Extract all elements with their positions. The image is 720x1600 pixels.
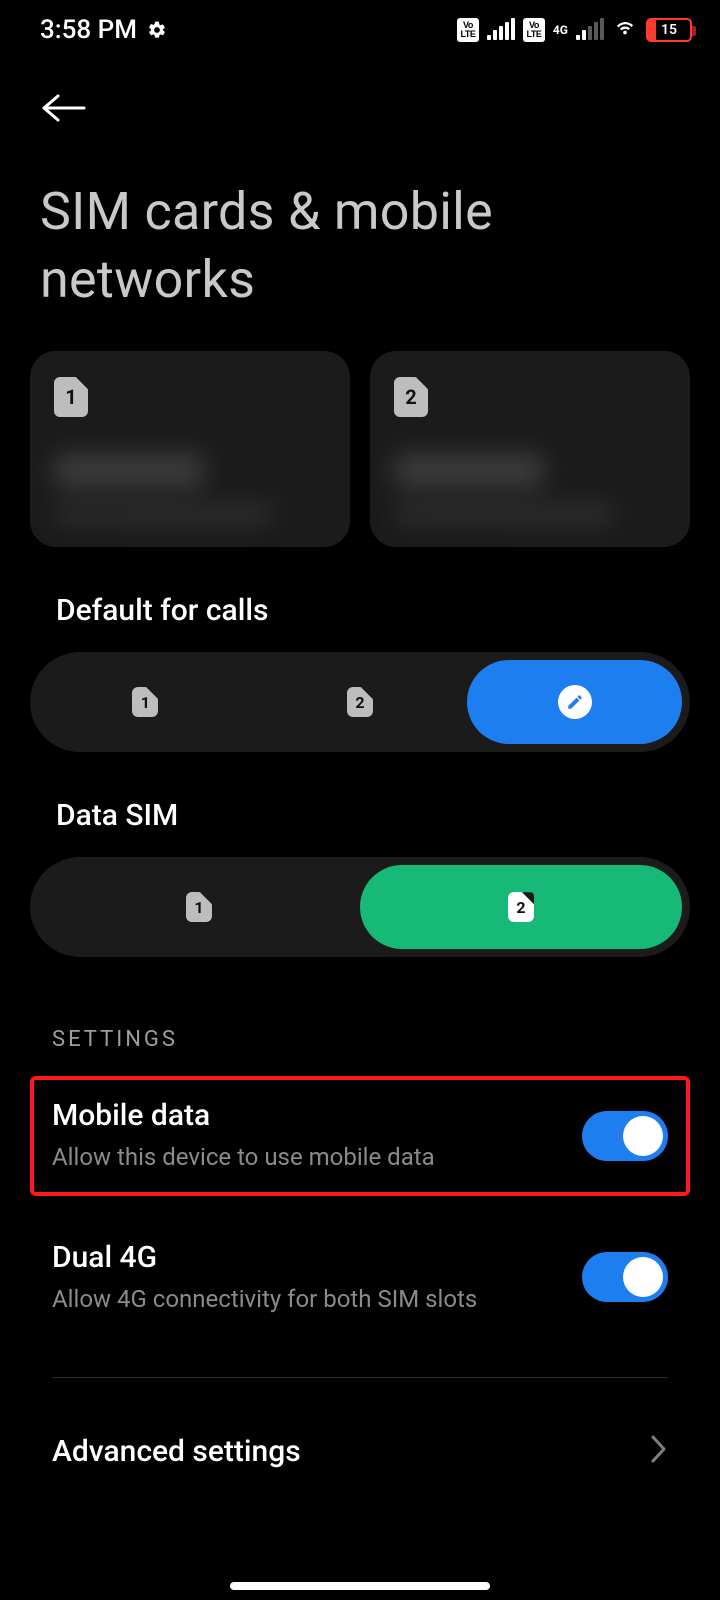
mobile-data-title: Mobile data bbox=[52, 1098, 552, 1133]
wifi-icon bbox=[612, 15, 638, 45]
battery-icon: 15 bbox=[646, 18, 692, 42]
sim-icon-1: 1 bbox=[186, 892, 212, 922]
dual-4g-toggle[interactable] bbox=[582, 1252, 668, 1302]
sim-card-1-tile[interactable]: 1 bbox=[30, 351, 350, 547]
sim-1-badge-icon: 1 bbox=[54, 377, 88, 417]
advanced-settings-title: Advanced settings bbox=[52, 1434, 301, 1469]
signal-sim2-icon bbox=[576, 20, 604, 40]
status-bar: 3:58 PM Vo LTE Vo LTE 4G 15 bbox=[0, 0, 720, 60]
mobile-data-row[interactable]: Mobile data Allow this device to use mob… bbox=[52, 1098, 668, 1173]
page-title: SIM cards & mobile networks bbox=[40, 138, 680, 341]
battery-percentage: 15 bbox=[648, 20, 690, 40]
sim-2-info-redacted bbox=[370, 437, 690, 547]
status-time: 3:58 PM bbox=[40, 15, 137, 45]
data-sim-option-1[interactable]: 1 bbox=[38, 865, 360, 949]
calls-option-ask[interactable] bbox=[467, 660, 682, 744]
sim-icon-2: 2 bbox=[347, 687, 373, 717]
signal-sim1-icon bbox=[487, 20, 515, 40]
network-4g-label: 4G bbox=[553, 25, 568, 35]
dual-4g-title: Dual 4G bbox=[52, 1240, 552, 1275]
back-button[interactable] bbox=[40, 78, 100, 138]
volte-icon-sim1: Vo LTE bbox=[457, 18, 479, 42]
sim-1-info-redacted bbox=[30, 437, 350, 547]
sim-card-2-tile[interactable]: 2 bbox=[370, 351, 690, 547]
settings-status-icon bbox=[147, 20, 167, 40]
settings-section-heading: SETTINGS bbox=[0, 957, 720, 1062]
chevron-right-icon bbox=[650, 1434, 668, 1468]
data-sim-selector: 1 2 bbox=[30, 857, 690, 957]
gesture-bar[interactable] bbox=[230, 1582, 490, 1590]
sim-icon-1: 1 bbox=[132, 687, 158, 717]
sim-icon-2: 2 bbox=[508, 892, 534, 922]
mobile-data-toggle[interactable] bbox=[582, 1111, 668, 1161]
volte-icon-sim2: Vo LTE bbox=[523, 18, 545, 42]
dual-4g-row[interactable]: Dual 4G Allow 4G connectivity for both S… bbox=[0, 1214, 720, 1341]
sim-2-badge-icon: 2 bbox=[394, 377, 428, 417]
ask-every-time-icon bbox=[558, 685, 592, 719]
advanced-settings-row[interactable]: Advanced settings bbox=[0, 1378, 720, 1469]
default-for-calls-selector: 1 2 bbox=[30, 652, 690, 752]
data-sim-option-2[interactable]: 2 bbox=[360, 865, 682, 949]
calls-option-sim1[interactable]: 1 bbox=[38, 660, 253, 744]
default-for-calls-label: Default for calls bbox=[0, 547, 720, 642]
highlighted-mobile-data-row: Mobile data Allow this device to use mob… bbox=[34, 1080, 686, 1191]
mobile-data-subtitle: Allow this device to use mobile data bbox=[52, 1141, 552, 1173]
calls-option-sim2[interactable]: 2 bbox=[253, 660, 468, 744]
dual-4g-subtitle: Allow 4G connectivity for both SIM slots bbox=[52, 1283, 552, 1315]
data-sim-label: Data SIM bbox=[0, 752, 720, 847]
